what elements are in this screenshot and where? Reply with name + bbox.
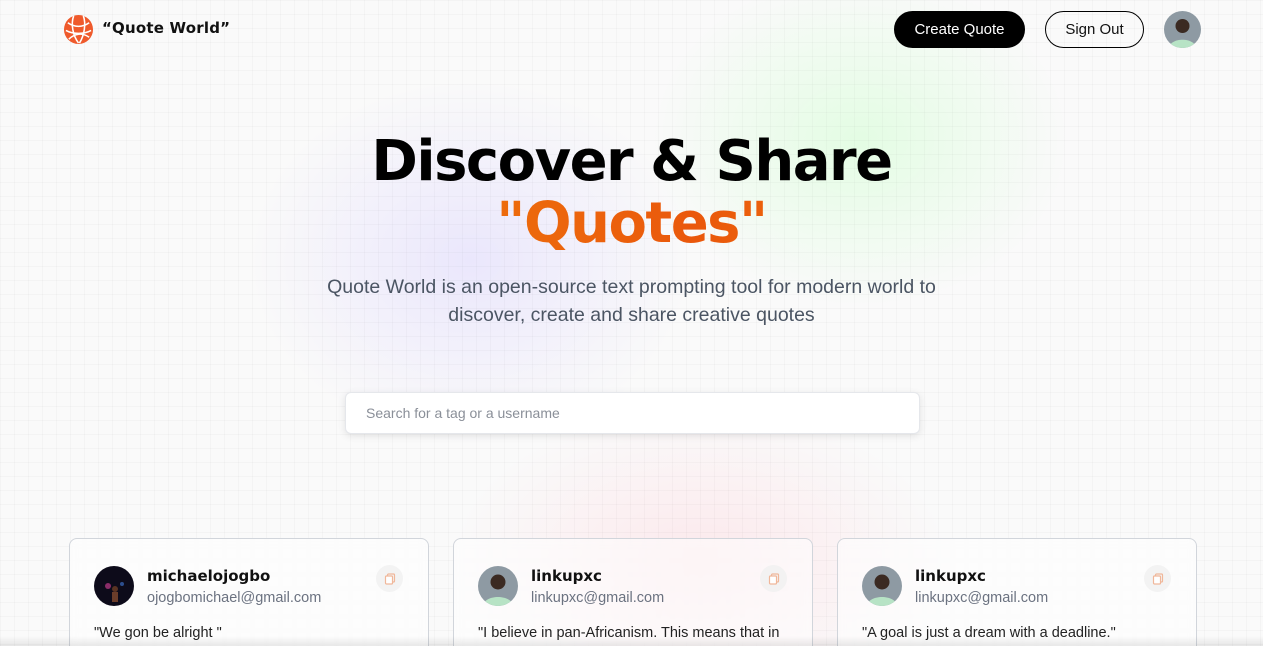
card-username[interactable]: linkupxc: [531, 567, 602, 585]
quote-card[interactable]: michaelojogbo ojogbomichael@gmail.com "W…: [69, 538, 429, 646]
user-avatar-icon: [1164, 11, 1201, 48]
copy-icon: [768, 572, 779, 585]
bottom-edge-shadow: [0, 636, 1263, 646]
hero-description: Quote World is an open-source text promp…: [327, 276, 936, 326]
copy-button[interactable]: [376, 565, 403, 592]
card-username[interactable]: michaelojogbo: [147, 567, 270, 585]
create-quote-button[interactable]: Create Quote: [894, 11, 1025, 48]
copy-button[interactable]: [1144, 565, 1171, 592]
hero-title: Discover & Share: [371, 129, 893, 194]
hero-accent-title: "Quotes": [0, 193, 1263, 255]
card-username[interactable]: linkupxc: [915, 567, 986, 585]
globe-icon[interactable]: [63, 14, 94, 45]
profile-avatar[interactable]: [1164, 11, 1201, 48]
copy-button[interactable]: [760, 565, 787, 592]
sign-out-button[interactable]: Sign Out: [1045, 11, 1144, 48]
quote-card[interactable]: linkupxc linkupxc@gmail.com "A goal is j…: [837, 538, 1197, 646]
quote-card[interactable]: linkupxc linkupxc@gmail.com "I believe i…: [453, 538, 813, 646]
copy-icon: [1152, 572, 1163, 585]
search-input[interactable]: [345, 392, 920, 434]
card-email: ojogbomichael@gmail.com: [147, 590, 322, 606]
user-avatar-icon: [862, 566, 902, 606]
avatar[interactable]: [862, 566, 902, 606]
card-email: linkupxc@gmail.com: [915, 590, 1049, 606]
card-email: linkupxc@gmail.com: [531, 590, 665, 606]
logo-text[interactable]: “Quote World”: [102, 19, 230, 37]
navbar: “Quote World” Create Quote Sign Out: [0, 0, 1263, 60]
avatar[interactable]: [94, 566, 134, 606]
user-avatar-icon: [94, 566, 134, 606]
avatar[interactable]: [478, 566, 518, 606]
user-avatar-icon: [478, 566, 518, 606]
copy-icon: [384, 572, 395, 585]
